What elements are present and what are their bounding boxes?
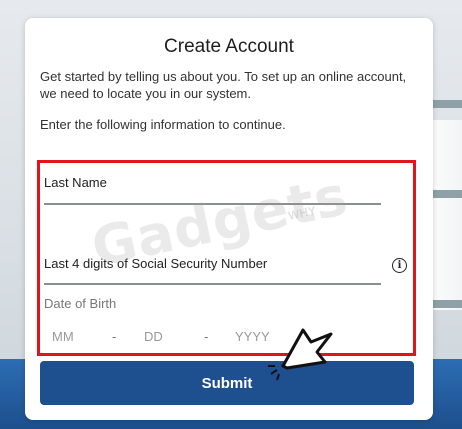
instruction-text: Enter the following information to conti…	[40, 117, 286, 132]
dob-year-input[interactable]: YYYY	[235, 329, 270, 344]
create-account-card: Create Account Get started by telling us…	[25, 18, 433, 420]
info-icon[interactable]: i	[392, 258, 407, 273]
page-title: Create Account	[164, 36, 294, 57]
dob-separator: -	[112, 329, 117, 344]
submit-button[interactable]: Submit	[40, 361, 414, 405]
last-name-input[interactable]	[44, 203, 381, 205]
dob-label: Date of Birth	[44, 296, 117, 311]
dob-month-input[interactable]: MM	[52, 329, 74, 344]
dob-separator: -	[204, 329, 209, 344]
last-name-label: Last Name	[44, 175, 107, 190]
dob-day-input[interactable]: DD	[144, 329, 163, 344]
intro-text: Get started by telling us about you. To …	[40, 69, 407, 101]
ssn-input[interactable]	[44, 283, 381, 285]
ssn-label: Last 4 digits of Social Security Number	[44, 256, 268, 271]
